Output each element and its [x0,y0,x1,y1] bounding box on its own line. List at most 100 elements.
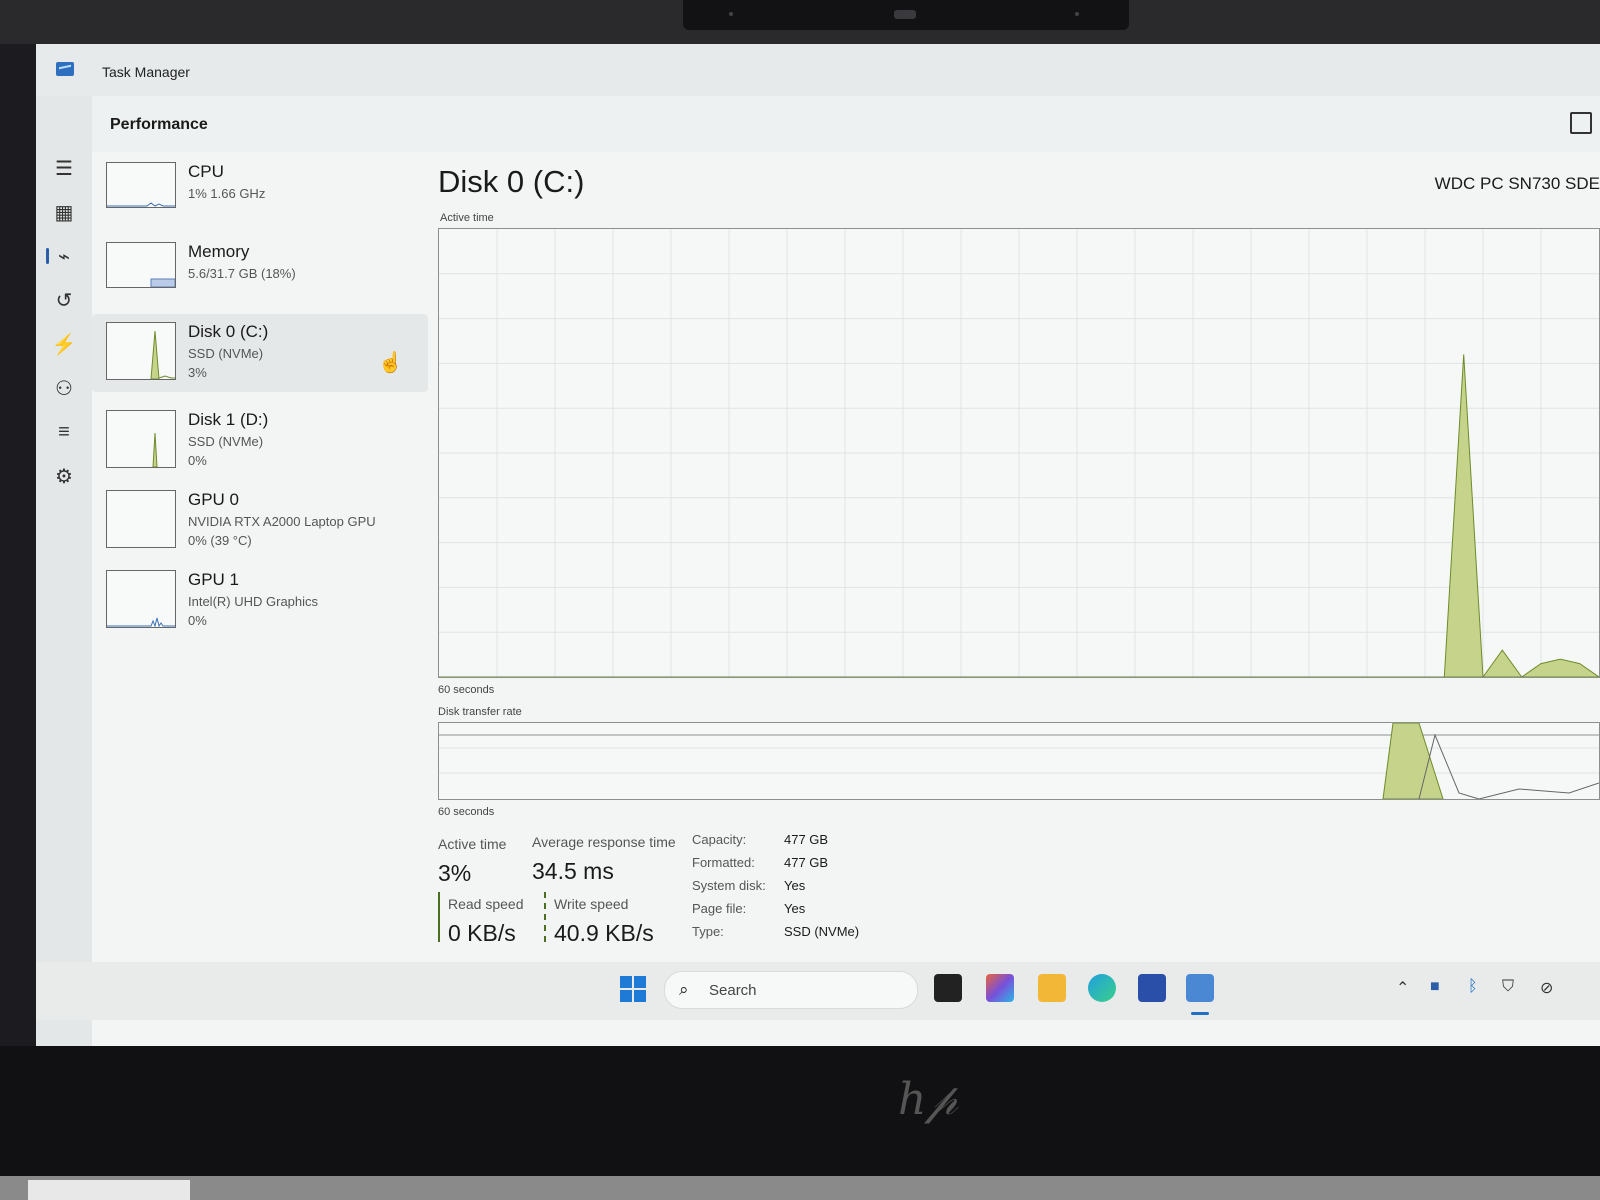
device-name: CPU [188,162,224,181]
system-disk-label: System disk: [692,878,766,893]
content-area: Performance CPU 1% 1.66 GHz Memory 5.6/3… [92,96,1600,1046]
device-usage: 0% (39 °C) [188,533,252,548]
device-detail: NVIDIA RTX A2000 Laptop GPU [188,514,376,529]
webcam-bar [683,0,1129,30]
page-file-label: Page file: [692,901,747,916]
hand-cursor-icon: ☝ [378,352,403,374]
device-name: GPU 1 [188,570,240,589]
hp-logo: ℎ𝓅 [898,1074,958,1125]
read-speed-value: 0 KB/s [448,920,516,946]
device-gpu-0[interactable]: GPU 0 NVIDIA RTX A2000 Laptop GPU 0% (39… [92,482,428,552]
device-usage: 3% [188,365,207,380]
microsoft-store-icon[interactable] [1138,974,1166,1002]
capacity-label: Capacity: [692,832,747,847]
title-bar[interactable]: Task Manager [36,44,1600,96]
laptop-base [0,1176,1600,1200]
gpu-1-thumbnail [106,570,176,628]
app-history-icon[interactable]: ↺ [44,282,84,318]
start-button[interactable] [620,976,646,1002]
device-name: Memory [188,242,250,261]
gpu-0-thumbnail [106,490,176,548]
disk-0-thumbnail [106,322,176,380]
run-new-task-icon[interactable] [1570,112,1592,134]
teams-icon[interactable]: ■ [1430,978,1440,996]
edge-browser-icon[interactable] [1088,974,1116,1002]
task-view-icon[interactable] [934,974,962,1002]
device-name: GPU 0 [188,490,240,509]
device-detail: Intel(R) UHD Graphics [188,594,319,609]
memory-thumbnail [106,242,176,288]
page-header: Performance [92,96,1600,152]
disk-1-thumbnail [106,410,176,468]
window-title: Task Manager [102,64,190,80]
search-icon: ⌕ [679,980,689,999]
processes-icon[interactable]: ▦ [44,194,84,230]
transfer-rate-graph [438,722,1600,800]
page-title: Performance [110,116,208,133]
desk-object [28,1180,190,1200]
active-indicator [46,248,49,264]
transfer-rate-graph-label: Disk transfer rate [438,706,522,718]
active-time-graph-label: Active time [440,212,494,224]
device-name: Disk 0 (C:) [188,322,269,341]
capacity-value: 477 GB [784,832,829,847]
chevron-up-icon[interactable]: ⌃ [1396,978,1409,998]
device-gpu-1[interactable]: GPU 1 Intel(R) UHD Graphics 0% [92,562,428,632]
device-usage: 0% [188,453,207,468]
write-speed-indicator [544,892,546,942]
file-explorer-icon[interactable] [1038,974,1066,1002]
read-speed-indicator [438,892,440,942]
startup-apps-icon[interactable]: ⚡ [44,326,84,362]
hamburger-menu-icon[interactable]: ☰ [44,150,84,186]
services-icon[interactable]: ⚙ [44,458,84,494]
device-disk-0[interactable]: Disk 0 (C:) SSD (NVMe) 3% ☝ [92,314,428,392]
bluetooth-icon[interactable]: ᛒ [1468,978,1478,996]
page-file-value: Yes [784,901,806,916]
search-placeholder: Search [709,982,757,999]
device-detail: 5.6/31.7 GB (18%) [188,266,296,281]
avg-response-label: Average response time [532,834,676,850]
screen: Task Manager ☰ ▦ ⌁ ↺ ⚡ ⚇ ≡ ⚙ ⚙ Performan… [36,44,1600,1046]
taskbar-search[interactable]: ⌕ Search [664,971,918,1009]
type-value: SSD (NVMe) [784,924,860,939]
type-label: Type: [692,924,724,939]
device-list: CPU 1% 1.66 GHz Memory 5.6/31.7 GB (18%)… [92,154,428,642]
device-usage: 0% [188,613,207,628]
device-detail: SSD (NVMe) [188,346,264,361]
copilot-icon[interactable] [986,974,1014,1002]
performance-icon[interactable]: ⌁ [44,238,84,274]
formatted-value: 477 GB [784,855,829,870]
ir-sensor [1075,12,1079,16]
webcam-lens [894,10,916,19]
active-time-graph [438,228,1600,678]
read-speed-label: Read speed [448,896,524,912]
active-time-stat-value: 3% [438,860,472,886]
device-disk-1[interactable]: Disk 1 (D:) SSD (NVMe) 0% [92,402,428,472]
disk-model: WDC PC SN730 SDE [1434,174,1600,193]
task-manager-taskbar-icon[interactable] [1186,974,1214,1002]
active-time-grid [439,229,1599,677]
users-icon[interactable]: ⚇ [44,370,84,406]
laptop-top-bezel [0,0,1600,44]
network-off-icon[interactable]: ⊘ [1540,978,1553,998]
security-shield-icon[interactable]: ⛉ [1502,978,1514,996]
navigation-rail: ☰ ▦ ⌁ ↺ ⚡ ⚇ ≡ ⚙ ⚙ [36,96,92,1046]
disk-title: Disk 0 (C:) [438,164,585,199]
avg-response-value: 34.5 ms [532,858,614,884]
device-detail: 1% 1.66 GHz [188,186,266,201]
disk-detail-panel: Disk 0 (C:) WDC PC SN730 SDE Active time… [438,156,1600,1036]
device-memory[interactable]: Memory 5.6/31.7 GB (18%) [92,234,428,304]
active-app-indicator [1191,1012,1209,1015]
device-detail: SSD (NVMe) [188,434,264,449]
system-disk-value: Yes [784,878,806,893]
active-time-stat-label: Active time [438,836,507,852]
task-manager-icon [56,62,74,76]
active-time-axis-label: 60 seconds [438,684,495,696]
webcam-led [729,12,733,16]
device-name: Disk 1 (D:) [188,410,269,429]
device-cpu[interactable]: CPU 1% 1.66 GHz [92,154,428,224]
write-speed-value: 40.9 KB/s [554,920,654,946]
formatted-label: Formatted: [692,855,755,870]
write-speed-label: Write speed [554,896,629,912]
details-icon[interactable]: ≡ [44,414,84,450]
